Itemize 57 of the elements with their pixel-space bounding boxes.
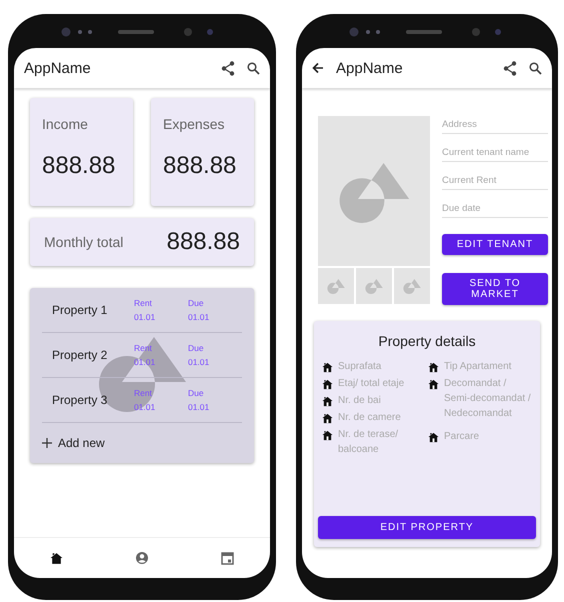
action-button[interactable]: EDIT TENANT (442, 234, 548, 255)
property-name[interactable]: Property 1 (52, 303, 134, 317)
rent-label: Rent (134, 343, 153, 353)
detail-label: Parcare (444, 430, 480, 444)
house-icon (428, 432, 439, 443)
calendar-icon (221, 551, 234, 565)
card-value: 888.88 (163, 152, 238, 180)
add-new-button[interactable]: Add new (42, 423, 105, 463)
property-name[interactable]: Property 2 (52, 348, 134, 362)
share-icon[interactable] (221, 60, 235, 76)
due-value: 01.01 (188, 357, 210, 367)
due-label: Due (188, 343, 205, 353)
detail-label: Suprafata (338, 360, 382, 374)
search-icon[interactable] (247, 62, 260, 74)
card-title: Property details (377, 333, 477, 349)
card-label: Expenses (163, 116, 226, 132)
action-button[interactable]: SEND TO MARKET (442, 273, 548, 305)
thumbnail-placeholder-drawing (326, 278, 346, 294)
thumbnail-placeholder-drawing (364, 278, 384, 294)
card-label: Income (42, 116, 89, 132)
account-icon (135, 551, 149, 565)
house-icon (428, 362, 439, 373)
detail-label: Tip Apartament (444, 360, 512, 374)
due-label: Due (188, 298, 205, 308)
house-icon (50, 552, 63, 564)
thumbnail-placeholder-drawing (402, 278, 422, 294)
due-label: Due (188, 388, 205, 398)
detail-label: Etaj/ total etaje (338, 377, 404, 391)
due-value: 01.01 (188, 312, 210, 322)
house-icon (322, 396, 333, 407)
back-arrow-icon[interactable] (312, 62, 324, 74)
app-title: AppName (336, 60, 404, 76)
account-tab[interactable] (133, 549, 151, 567)
rent-value: 01.01 (134, 402, 156, 412)
rent-value: 01.01 (134, 312, 156, 322)
detail-label: Nr. de terase/ balcoane (338, 428, 400, 457)
house-icon (322, 379, 333, 390)
share-icon[interactable] (503, 60, 517, 76)
detail-label: Nr. de bai (338, 394, 381, 408)
due-value: 01.01 (188, 402, 210, 412)
card-label: Monthly total (44, 234, 124, 250)
property-name[interactable]: Property 3 (52, 393, 134, 407)
rent-value: 01.01 (134, 357, 156, 367)
card-value: 888.88 (166, 228, 240, 256)
rent-label: Rent (134, 388, 153, 398)
app-title: AppName (24, 60, 92, 76)
card-value: 888.88 (42, 152, 116, 180)
house-icon (322, 430, 333, 441)
rent-label: Rent (134, 298, 153, 308)
detail-label: Decomandat / Semi-decomandat / Nedecomandat (444, 377, 532, 421)
house-icon (322, 413, 333, 424)
house-icon (428, 379, 439, 390)
detail-label: Nr. de camere (338, 411, 401, 425)
plus-icon (42, 438, 52, 448)
search-icon[interactable] (529, 62, 542, 74)
edit-property-button[interactable]: EDIT PROPERTY (318, 516, 536, 539)
house-icon (322, 362, 333, 373)
